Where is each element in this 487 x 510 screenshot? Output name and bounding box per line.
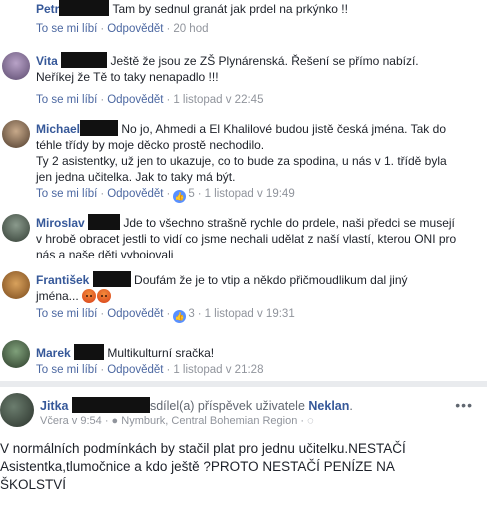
post-text-line-3: ŠKOLSTVÍ <box>0 477 67 492</box>
avatar[interactable] <box>2 340 30 368</box>
comment-actions: To se mi líbí · Odpovědět · 👍 5 · 1 listopad v … <box>36 188 295 203</box>
redacted-name <box>80 120 119 136</box>
redacted-name <box>71 397 150 413</box>
redacted-name <box>61 52 108 68</box>
comment-text-line-1: No jo, Ahmedi a El Khalilové budou jistě… <box>121 122 446 136</box>
reply-link[interactable]: Odpovědět <box>107 308 163 320</box>
comment-text-line-1: Ještě že jsou ze ZŠ Plynárenská. Řešení … <box>110 54 419 68</box>
comment-text-line-3: nás a naše děti vybojovali <box>36 248 174 258</box>
comment-body: Marek Multikulturní sračka! <box>36 344 481 361</box>
like-link[interactable]: To se mi líbí <box>36 308 97 320</box>
like-count[interactable]: 3 <box>186 308 194 320</box>
shared-label: sdílel(a) příspěvek uživatele <box>149 399 305 413</box>
reply-link[interactable]: Odpovědět <box>107 23 163 35</box>
avatar[interactable] <box>0 393 34 427</box>
post-header: Jitka sdílel(a) příspěvek uživatele Nekl… <box>0 393 487 433</box>
comment-body: František Doufám že je to vtip a někdo p… <box>36 271 481 304</box>
comment-text: Tam by sednul granát jak prdel na prkýnk… <box>112 2 348 16</box>
comment-actions: To se mi líbí · Odpovědět · 20 hod <box>36 23 209 35</box>
comment-author[interactable]: Petr <box>36 2 59 16</box>
more-options-button[interactable]: ••• <box>455 397 473 413</box>
post-location[interactable]: Nymburk, Central Bohemian Region <box>121 415 297 427</box>
comment-actions: To se mi líbí · Odpovědět · 1 listopad v 21:… <box>36 364 264 376</box>
post-meta: Včera v 9:54 · ● Nymburk, Central Bohemi… <box>40 415 314 427</box>
comment-body: Petr Tam by sednul granát jak prdel na p… <box>36 0 481 17</box>
thumbs-up-icon[interactable]: 👍 <box>173 310 187 323</box>
redacted-name <box>92 271 131 287</box>
comment-time[interactable]: 1 listopad v 22:45 <box>173 94 263 106</box>
comment-text-line-2: jména... <box>36 289 79 303</box>
post-text-line-1: V normálních podmínkách by stačil plat p… <box>0 441 406 456</box>
like-link[interactable]: To se mi líbí <box>36 94 97 106</box>
redacted-name <box>74 344 105 360</box>
comment-text: Multikulturní sračka! <box>107 346 215 360</box>
comment-text-line-2: Neříkej že Tě to taky nenapadlo !!! <box>36 70 219 84</box>
comment-time[interactable]: 1 listopad v 19:49 <box>205 188 295 200</box>
comment-body: Vita Ještě že jsou ze ZŠ Plynárenská. Ře… <box>36 52 481 85</box>
post-text-line-2: Asistentka,tlumočnice a kdo ještě ?PROTO… <box>0 459 395 474</box>
comment-text-line-1: Jde to všechno strašně rychle do prdele,… <box>123 216 455 230</box>
avatar[interactable] <box>2 271 30 299</box>
avatar[interactable] <box>2 52 30 80</box>
post-text: V normálních podmínkách by stačil plat p… <box>0 440 487 494</box>
comment-time[interactable]: 1 listopad v 19:31 <box>205 308 295 320</box>
post-time[interactable]: Včera v 9:54 <box>40 415 102 427</box>
like-link[interactable]: To se mi líbí <box>36 188 97 200</box>
reply-link[interactable]: Odpovědět <box>107 188 163 200</box>
comment-actions: To se mi líbí · Odpovědět · 1 listopad v 22:… <box>36 94 264 106</box>
comment-author[interactable]: Marek <box>36 346 71 360</box>
comment-body: Miroslav Jde to všechno strašně rychle d… <box>36 214 481 258</box>
like-link[interactable]: To se mi líbí <box>36 364 97 376</box>
comment-actions: To se mi líbí · Odpovědět · 👍 3 · 1 listopad v … <box>36 308 295 323</box>
redacted-name <box>88 214 121 230</box>
comment-author[interactable]: Miroslav <box>36 216 85 230</box>
avatar[interactable] <box>2 214 30 242</box>
like-link[interactable]: To se mi líbí <box>36 23 97 35</box>
thumbs-up-icon[interactable]: 👍 <box>173 190 187 203</box>
angry-emoji-icon <box>97 289 112 303</box>
comment-body: Michael No jo, Ahmedi a El Khalilové bud… <box>36 120 481 185</box>
like-count[interactable]: 5 <box>186 188 194 200</box>
redacted-name <box>59 0 110 16</box>
comment-author[interactable]: František <box>36 273 89 287</box>
comment-text-line-4: jen jedna učitelka. Jak to taky má být. <box>36 170 236 184</box>
comment-text-line-2: téhle třídy by moje děcko prostě nechodi… <box>36 138 265 152</box>
location-pin-icon: ● <box>111 415 119 427</box>
post-title: Jitka sdílel(a) příspěvek uživatele Nekl… <box>40 397 353 413</box>
comment-text-line-3: Ty 2 asistentky, už jen to ukazuje, co t… <box>36 154 447 168</box>
avatar[interactable] <box>2 120 30 148</box>
comment-author[interactable]: Vita <box>36 54 58 68</box>
reply-link[interactable]: Odpovědět <box>107 94 163 106</box>
angry-emoji-icon <box>82 289 97 303</box>
comment-text-line-1: Doufám že je to vtip a někdo přičmoudlik… <box>134 273 408 287</box>
section-divider <box>0 381 487 387</box>
comment-time[interactable]: 1 listopad v 21:28 <box>173 364 263 376</box>
comment-author[interactable]: Michael <box>36 122 80 136</box>
post-author[interactable]: Jitka <box>40 399 69 413</box>
shared-from-link[interactable]: Neklan <box>308 399 349 413</box>
reply-link[interactable]: Odpovědět <box>107 364 163 376</box>
comment-text-line-2: v hrobě obracet jestli to vidí co jsme n… <box>36 232 457 246</box>
comment-time[interactable]: 20 hod <box>173 23 208 35</box>
globe-icon: ◌ <box>307 415 314 427</box>
